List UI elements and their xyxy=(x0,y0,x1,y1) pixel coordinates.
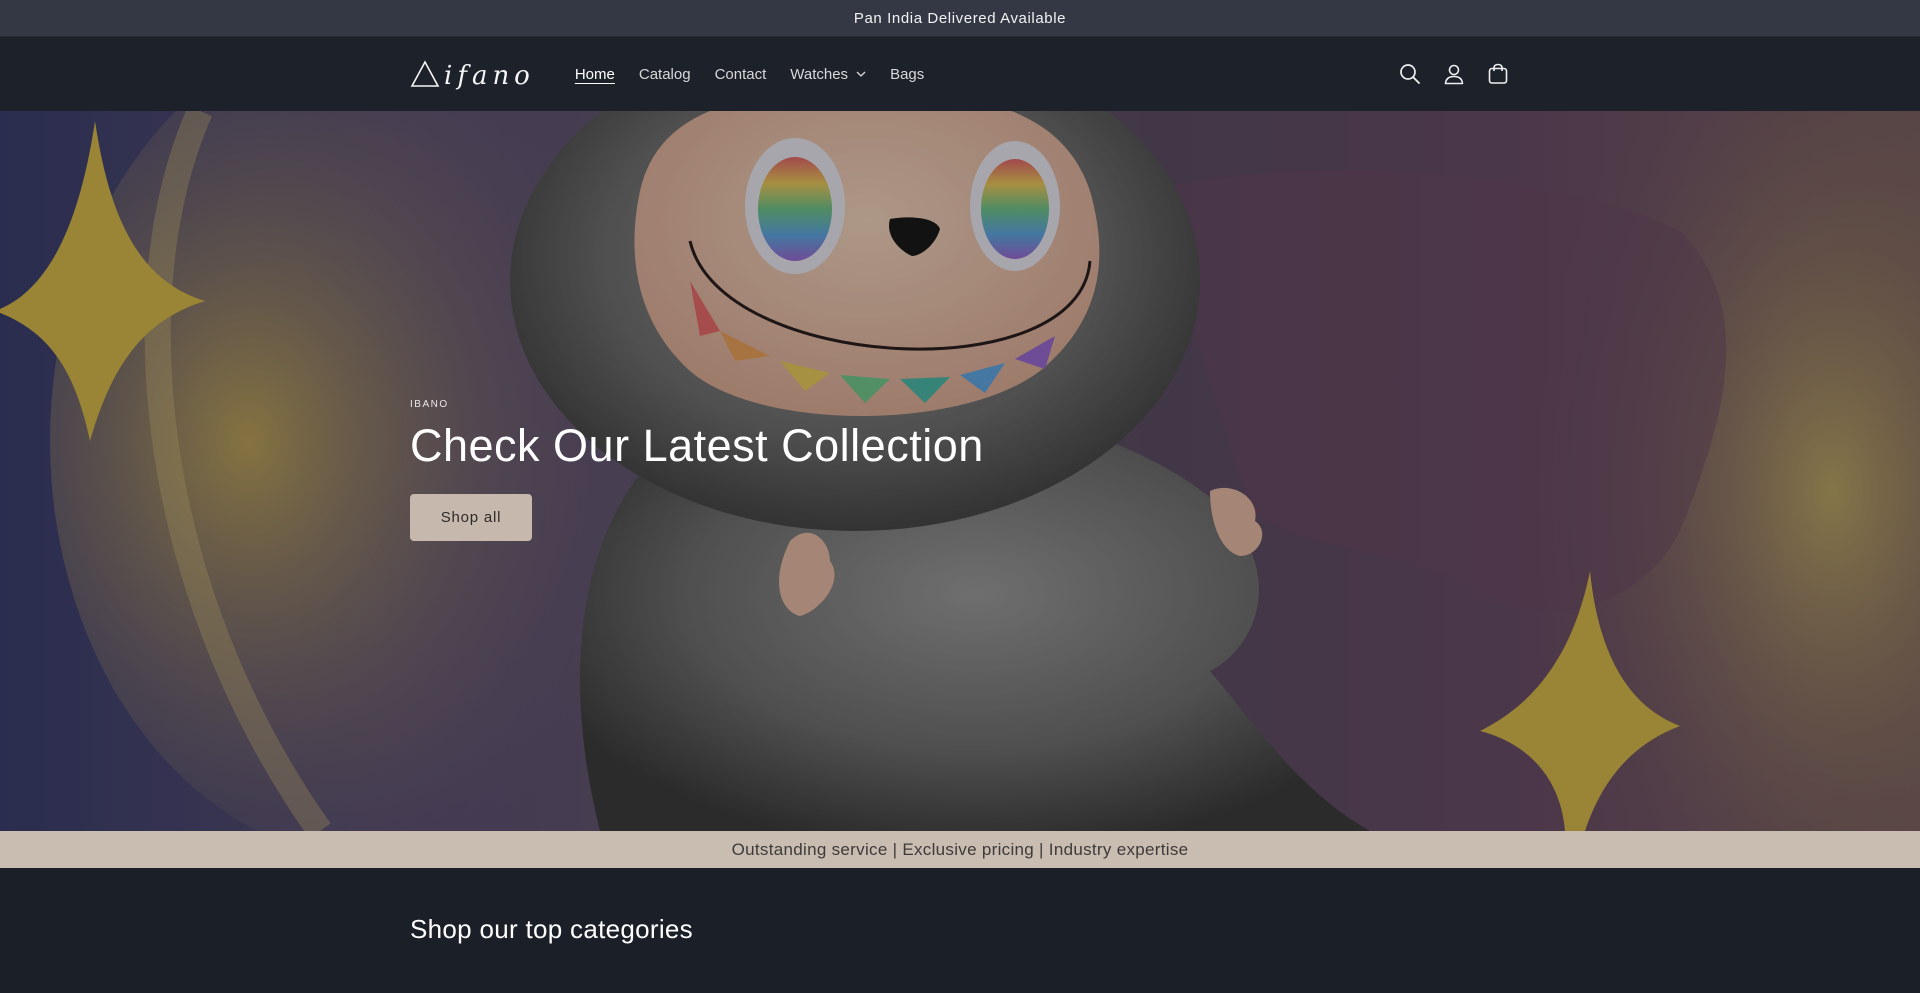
nav-watches[interactable]: Watches xyxy=(790,62,866,87)
hero-title: Check Our Latest Collection xyxy=(410,420,984,471)
triangle-logo-icon xyxy=(410,60,440,87)
hero-kicker: IBANO xyxy=(410,399,449,410)
value-proposition-strip: Outstanding service | Exclusive pricing … xyxy=(0,831,1920,868)
nav-catalog-label: Catalog xyxy=(638,65,691,83)
nav-home[interactable]: Home xyxy=(575,62,615,87)
nav-bags-label: Bags xyxy=(890,65,925,83)
search-icon[interactable] xyxy=(1398,62,1422,86)
nav-contact[interactable]: Contact xyxy=(715,62,767,87)
announcement-bar: Pan India Delivered Available xyxy=(0,0,1920,37)
nav-watches-label: Watches xyxy=(790,65,849,83)
nav-bags[interactable]: Bags xyxy=(890,62,924,87)
hero-content: IBANO Check Our Latest Collection Shop a… xyxy=(410,399,984,541)
logo[interactable]: ifano xyxy=(410,54,535,94)
categories-title: Shop our top categories xyxy=(410,914,693,944)
hero-banner: IBANO Check Our Latest Collection Shop a… xyxy=(0,111,1920,831)
main-nav: Home Catalog Contact Watches Bags xyxy=(575,62,924,87)
value-proposition-text: Outstanding service | Exclusive pricing … xyxy=(731,839,1189,859)
site-header: ifano Home Catalog Contact Watches Bags xyxy=(0,37,1920,111)
logo-text: ifano xyxy=(444,61,535,91)
nav-contact-label: Contact xyxy=(714,65,767,83)
nav-catalog[interactable]: Catalog xyxy=(639,62,691,87)
header-icons xyxy=(1398,62,1510,86)
nav-home-label: Home xyxy=(574,65,615,83)
account-icon[interactable] xyxy=(1442,62,1466,86)
shop-all-button[interactable]: Shop all xyxy=(410,494,532,541)
chevron-down-icon xyxy=(856,71,866,77)
categories-section: Shop our top categories xyxy=(0,868,1920,993)
cart-icon[interactable] xyxy=(1486,62,1510,86)
announcement-text: Pan India Delivered Available xyxy=(853,9,1067,27)
